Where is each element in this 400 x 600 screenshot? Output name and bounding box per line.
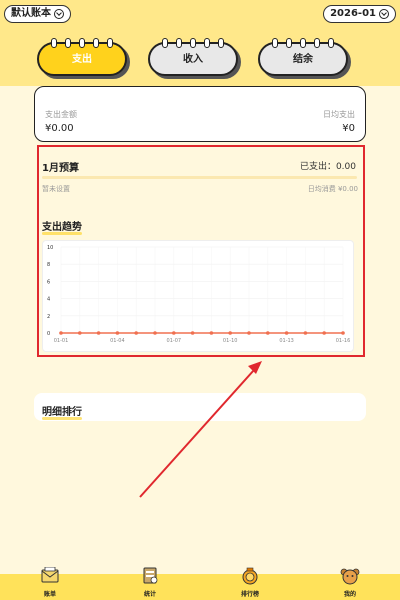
bill-icon — [41, 567, 59, 583]
nav-item-profile[interactable]: 我的 — [300, 568, 400, 600]
ring-icon — [162, 38, 168, 48]
ring-icon — [190, 38, 196, 48]
ring-icon — [93, 38, 99, 48]
nav-label-stats: 统计 — [143, 591, 156, 598]
ring-icon — [314, 38, 320, 48]
stats-icon — [143, 567, 158, 584]
bottom-nav: 账单 统计 排行榜 我的 — [0, 567, 400, 600]
chevron-down-icon — [379, 9, 389, 19]
expense-amount-label: 支出金额 — [45, 110, 77, 119]
app-root: 默认账本 2026-01 支出 收入 结余 支出金额 ¥0.00 日均支出 ¥0… — [0, 0, 400, 600]
tab-label: 支出 — [72, 54, 92, 65]
tab-label: 收入 — [183, 54, 203, 65]
chevron-down-icon — [54, 9, 64, 19]
title-underline — [42, 417, 82, 420]
ranking-icon — [242, 567, 258, 585]
tab-income[interactable]: 收入 — [148, 38, 238, 76]
account-label: 默认账本 — [11, 8, 51, 19]
daily-expense-label: 日均支出 — [323, 110, 355, 119]
highlight-box — [37, 145, 365, 357]
ring-icon — [328, 38, 334, 48]
nav-item-bill[interactable]: 账单 — [0, 567, 100, 600]
top-bar: 默认账本 2026-01 — [0, 0, 400, 28]
notebook-rings — [162, 38, 224, 48]
tab-label: 结余 — [293, 54, 313, 65]
nav-item-stats[interactable]: 统计 — [100, 567, 200, 600]
ring-icon — [218, 38, 224, 48]
nav-label-profile: 我的 — [343, 591, 356, 598]
ring-icon — [79, 38, 85, 48]
ring-icon — [65, 38, 71, 48]
daily-expense-value: ¥0 — [342, 123, 355, 134]
month-selector[interactable]: 2026-01 — [323, 5, 396, 23]
ranking-title-wrap: 明细排行 — [42, 403, 82, 420]
ring-icon — [107, 38, 113, 48]
notebook-rings — [51, 38, 113, 48]
ring-icon — [176, 38, 182, 48]
notebook-rings — [272, 38, 334, 48]
tab-expense[interactable]: 支出 — [37, 38, 127, 76]
month-label: 2026-01 — [330, 8, 376, 19]
nav-item-ranking[interactable]: 排行榜 — [200, 567, 300, 600]
nav-label-ranking: 排行榜 — [240, 591, 259, 598]
account-selector[interactable]: 默认账本 — [4, 5, 71, 23]
profile-icon — [340, 568, 360, 585]
ring-icon — [272, 38, 278, 48]
summary-card: 支出金额 ¥0.00 日均支出 ¥0 — [34, 86, 366, 142]
expense-amount-value: ¥0.00 — [45, 123, 74, 134]
ring-icon — [300, 38, 306, 48]
ring-icon — [204, 38, 210, 48]
ranking-card — [34, 393, 366, 421]
nav-label-bill: 账单 — [43, 591, 56, 598]
ring-icon — [51, 38, 57, 48]
ring-icon — [286, 38, 292, 48]
tab-balance[interactable]: 结余 — [258, 38, 348, 76]
